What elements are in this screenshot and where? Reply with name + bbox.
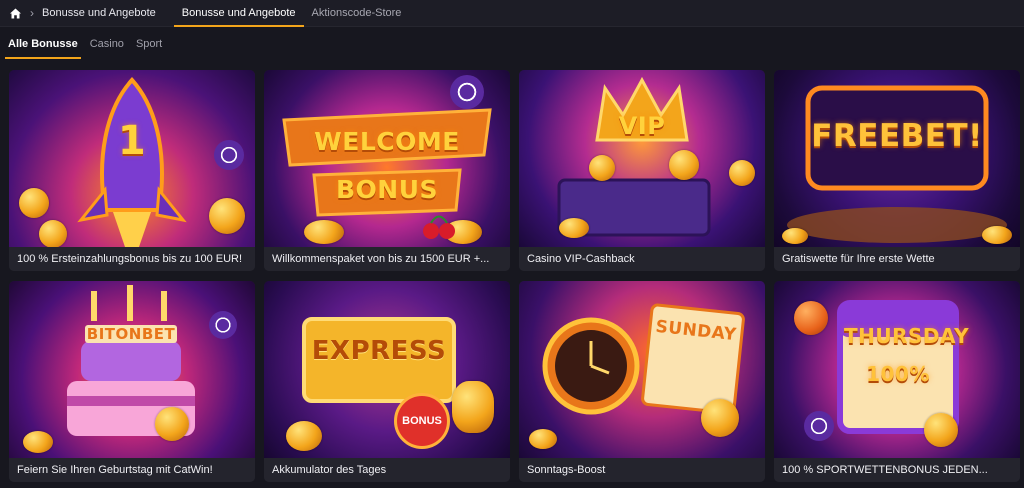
bonus-card[interactable]: BITONBET Feiern Sie Ihren Geburtstag mit…: [9, 281, 255, 482]
coin-icon: [452, 381, 494, 433]
tab-casino[interactable]: Casino: [84, 28, 130, 59]
tab-sport[interactable]: Sport: [130, 28, 168, 59]
bonus-grid: 1 100 % Ersteinzahlungsbonus bis zu 100 …: [9, 70, 1020, 482]
casino-chip-icon: [214, 140, 244, 170]
bonus-card-image: FREEBET!: [774, 70, 1020, 247]
bonus-card[interactable]: THURSDAY 100% 100 % SPORTWETTENBONUS JED…: [774, 281, 1020, 482]
coin-icon: [19, 188, 49, 218]
bonus-card[interactable]: WELCOME BONUS Willkommenspaket von bis z…: [264, 70, 510, 271]
cake-sign-text: BITONBET: [85, 325, 177, 343]
screen-icon: [787, 85, 1007, 243]
coin-icon: [669, 150, 699, 180]
bonus-card-title: Akkumulator des Tages: [264, 458, 510, 482]
chevron-right-icon: ›: [30, 6, 34, 20]
rocket-number: 1: [117, 118, 147, 164]
coin-icon: [23, 431, 53, 453]
category-tabs: Alle Bonusse Casino Sport: [0, 28, 168, 59]
welcome-bonus-text: WELCOME BONUS: [314, 127, 460, 204]
tab-bonusse-und-angebote[interactable]: Bonusse und Angebote: [173, 0, 304, 27]
bonus-card-title: Sonntags-Boost: [519, 458, 765, 482]
coin-icon: [924, 413, 958, 447]
bonus-card-title: Casino VIP-Cashback: [519, 247, 765, 271]
coin-icon: [729, 160, 755, 186]
bonus-card-image: VIP: [519, 70, 765, 247]
bonus-card[interactable]: EXPRESS BONUS Akkumulator des Tages: [264, 281, 510, 482]
crown-icon: [557, 76, 711, 237]
bonus-card[interactable]: 1 100 % Ersteinzahlungsbonus bis zu 100 …: [9, 70, 255, 271]
casino-chip-icon: [450, 75, 484, 109]
bonus-card-image: 1: [9, 70, 255, 247]
top-navigation-bar: › Bonusse und Angebote Bonusse und Angeb…: [0, 0, 1024, 27]
casino-chip-icon: [804, 411, 834, 441]
cake-icon: [67, 285, 195, 436]
bonus-card-title: Willkommenspaket von bis zu 1500 EUR +..…: [264, 247, 510, 271]
bonus-card-image: WELCOME BONUS: [264, 70, 510, 247]
coin-icon: [701, 399, 739, 437]
coin-icon: [286, 421, 322, 451]
coin-icon: [982, 226, 1012, 244]
bonus-card-title: 100 % Ersteinzahlungsbonus bis zu 100 EU…: [9, 247, 255, 271]
bonus-card-image: BITONBET: [9, 281, 255, 458]
breadcrumb-current[interactable]: Bonusse und Angebote: [42, 7, 156, 19]
bonus-card-title: 100 % SPORTWETTENBONUS JEDEN...: [774, 458, 1020, 482]
coin-icon: [589, 155, 615, 181]
coin-icon: [559, 218, 589, 238]
coin-icon: [155, 407, 189, 441]
express-text: EXPRESS: [311, 336, 447, 366]
bonus-card-title: Gratiswette für Ihre erste Wette: [774, 247, 1020, 271]
bonus-bag-text: BONUS: [402, 415, 442, 427]
coin-icon: [304, 220, 344, 244]
tab-aktionscode-store[interactable]: Aktionscode-Store: [304, 0, 410, 26]
bonus-card[interactable]: SUNDAY Sonntags-Boost: [519, 281, 765, 482]
coin-icon: [529, 429, 557, 449]
vip-text: VIP: [618, 112, 666, 140]
coin-icon: [39, 220, 67, 247]
casino-chip-icon: [209, 311, 237, 339]
breadcrumb: › Bonusse und Angebote: [0, 0, 156, 26]
coin-icon: [782, 228, 808, 244]
bonus-card-image: SUNDAY: [519, 281, 765, 458]
coin-icon: [794, 301, 828, 335]
bonus-card[interactable]: FREEBET! Gratiswette für Ihre erste Wett…: [774, 70, 1020, 271]
bonus-card-image: THURSDAY 100%: [774, 281, 1020, 458]
bonus-card[interactable]: VIP Casino VIP-Cashback: [519, 70, 765, 271]
home-icon[interactable]: [9, 7, 22, 20]
bonus-bag-icon: BONUS: [394, 393, 450, 449]
thursday-text: THURSDAY 100%: [844, 324, 970, 386]
freebet-text: FREEBET!: [811, 118, 983, 154]
bonus-card-title: Feiern Sie Ihren Geburtstag mit CatWin!: [9, 458, 255, 482]
top-tabs: Bonusse und Angebote Aktionscode-Store: [173, 0, 410, 27]
bonus-card-image: EXPRESS BONUS: [264, 281, 510, 458]
coin-icon: [209, 198, 245, 234]
tab-alle-bonusse[interactable]: Alle Bonusse: [2, 28, 84, 59]
cherry-icon: [422, 210, 456, 240]
